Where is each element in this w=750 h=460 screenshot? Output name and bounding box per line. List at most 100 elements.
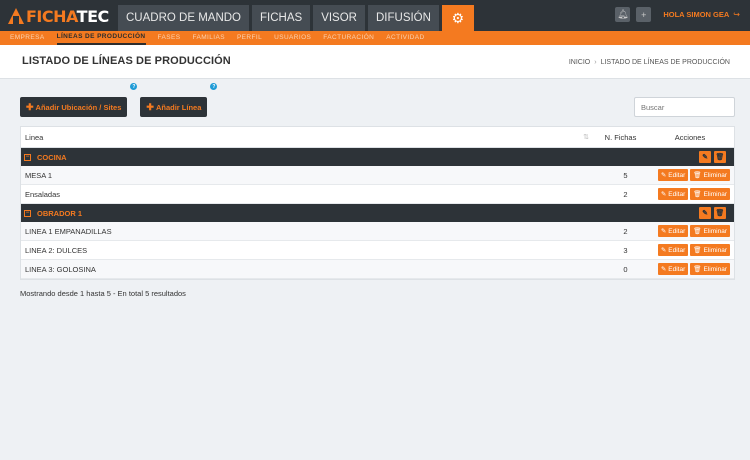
- trash-icon: 🗑︎: [693, 172, 702, 179]
- row-fichas: 2: [623, 226, 628, 236]
- pencil-icon: ✎: [660, 247, 667, 254]
- edit-button[interactable]: ✎ Editar: [657, 244, 689, 256]
- help-icon[interactable]: ?: [130, 83, 138, 90]
- plus-circle-icon: ✚: [26, 101, 34, 112]
- breadcrumb: INICIO › LISTADO DE LÍNEAS DE PRODUCCIÓN: [569, 59, 730, 66]
- delete-button[interactable]: 🗑︎ Eliminar: [690, 169, 730, 181]
- sub-nav: EMPRESA LÍNEAS DE PRODUCCIÓN FASES FAMIL…: [0, 31, 750, 45]
- delete-group-button[interactable]: 🗑︎: [714, 151, 726, 163]
- bell-icon[interactable]: 🔔︎: [615, 7, 631, 22]
- breadcrumb-home[interactable]: INICIO: [569, 59, 590, 66]
- subnav-item-perfil[interactable]: PERFIL: [237, 31, 262, 45]
- row-fichas: 2: [623, 189, 628, 199]
- table-row: Ensaladas 2 ✎ Editar 🗑︎ Eliminar: [21, 185, 734, 204]
- header-acciones: Acciones: [674, 132, 706, 142]
- results-summary: Mostrando desde 1 hasta 5 - En total 5 r…: [20, 289, 186, 298]
- settings-tab[interactable]: ⚙: [441, 5, 474, 31]
- row-linea: MESA 1: [25, 170, 53, 180]
- delete-button[interactable]: 🗑︎ Eliminar: [690, 263, 730, 275]
- trash-icon: 🗑︎: [715, 210, 725, 217]
- row-fichas: 0: [623, 264, 628, 274]
- user-greeting[interactable]: HOLA SIMON GEA: [663, 10, 729, 19]
- sort-icon[interactable]: ⇅: [583, 133, 589, 141]
- logo-text-part1: FICHA: [26, 6, 77, 26]
- delete-button[interactable]: 🗑︎ Eliminar: [690, 188, 730, 200]
- top-right-tools: 🔔︎ + HOLA SIMON GEA ↪: [615, 7, 740, 22]
- header-linea[interactable]: Linea ⇅: [21, 133, 595, 142]
- table-row: LINEA 1 EMPANADILLAS 2 ✎ Editar 🗑︎ Elimina…: [21, 222, 734, 241]
- nav-tab-visor[interactable]: VISOR: [313, 5, 365, 31]
- row-fichas: 5: [623, 170, 628, 180]
- edit-button[interactable]: ✎ Editar: [657, 263, 689, 275]
- group-row-obrador-1[interactable]: − OBRADOR 1 ✎ 🗑︎: [21, 204, 734, 222]
- edit-group-button[interactable]: ✎: [699, 207, 711, 219]
- search-input[interactable]: [634, 97, 735, 117]
- table-header: Linea ⇅ N. Fichas Acciones: [21, 127, 734, 148]
- logo[interactable]: FICHATEC: [8, 6, 109, 26]
- nav-tab-cuadro-de-mando[interactable]: CUADRO DE MANDO: [118, 5, 250, 31]
- edit-button[interactable]: ✎ Editar: [657, 225, 689, 237]
- subnav-item-actividad[interactable]: ACTIVIDAD: [386, 31, 424, 45]
- pencil-icon: ✎: [660, 191, 667, 198]
- header-linea-label: Linea: [25, 132, 44, 142]
- subnav-item-familias[interactable]: FAMILIAS: [192, 31, 224, 45]
- page-header: LISTADO DE LÍNEAS DE PRODUCCIÓN INICIO › L…: [0, 45, 750, 79]
- edit-button[interactable]: ✎ Editar: [657, 188, 689, 200]
- subnav-item-facturacion[interactable]: FACTURACIÓN: [323, 31, 374, 45]
- action-buttons: ✚ Añadir Ubicación / Sites ? ✚ Añadir Lí…: [20, 83, 220, 117]
- trash-icon: 🗑︎: [715, 154, 725, 161]
- edit-button[interactable]: ✎ Editar: [657, 169, 689, 181]
- top-bar: FICHATEC CUADRO DE MANDO FICHAS VISOR DI…: [0, 0, 750, 31]
- logo-text-part2: TEC: [76, 6, 110, 26]
- pencil-icon: ✎: [660, 228, 667, 235]
- delete-button[interactable]: 🗑︎ Eliminar: [690, 225, 730, 237]
- delete-group-button[interactable]: 🗑︎: [714, 207, 726, 219]
- nav-tab-difusion[interactable]: DIFUSIÓN: [367, 5, 439, 31]
- collapse-icon[interactable]: −: [24, 153, 31, 161]
- edit-group-button[interactable]: ✎: [699, 151, 711, 163]
- pencil-icon: ✎: [660, 266, 667, 273]
- logo-icon: [8, 8, 24, 24]
- breadcrumb-separator: ›: [594, 59, 597, 66]
- breadcrumb-current: LISTADO DE LÍNEAS DE PRODUCCIÓN: [600, 59, 730, 66]
- trash-icon: 🗑︎: [693, 191, 702, 198]
- main-nav: CUADRO DE MANDO FICHAS VISOR DIFUSIÓN ⚙: [118, 5, 477, 31]
- group-title: OBRADOR 1: [37, 208, 83, 218]
- pencil-icon: ✎: [702, 154, 708, 161]
- plus-icon[interactable]: +: [636, 7, 652, 22]
- table-row: MESA 1 5 ✎ Editar 🗑︎ Eliminar: [21, 166, 734, 185]
- table-row: LINEA 2: DULCES 3 ✎ Editar 🗑︎ Eliminar: [21, 241, 734, 260]
- add-location-label: Añadir Ubicación / Sites: [35, 102, 122, 112]
- pencil-icon: ✎: [702, 210, 708, 217]
- lines-table: Linea ⇅ N. Fichas Acciones − COCINA ✎ 🗑︎…: [20, 126, 735, 280]
- table-row: LINEA 3: GOLOSINA 0 ✎ Editar 🗑︎ Eliminar: [21, 260, 734, 279]
- page-title: LISTADO DE LÍNEAS DE PRODUCCIÓN: [22, 55, 231, 67]
- logout-icon[interactable]: ↪: [733, 10, 740, 19]
- group-rows-obrador-1: LINEA 1 EMPANADILLAS 2 ✎ Editar 🗑︎ Elimina…: [21, 222, 734, 279]
- row-linea: LINEA 1 EMPANADILLAS: [25, 226, 112, 236]
- row-linea: LINEA 2: DULCES: [25, 245, 88, 255]
- subnav-item-empresa[interactable]: EMPRESA: [10, 31, 45, 45]
- row-linea: LINEA 3: GOLOSINA: [25, 264, 96, 274]
- row-linea: Ensaladas: [25, 189, 61, 199]
- gear-icon: ⚙: [451, 10, 465, 26]
- group-rows-cocina: MESA 1 5 ✎ Editar 🗑︎ Eliminar Ensaladas 2 …: [21, 166, 734, 204]
- trash-icon: 🗑︎: [693, 266, 702, 273]
- add-line-label: Añadir Línea: [155, 102, 202, 112]
- trash-icon: 🗑︎: [693, 228, 702, 235]
- subnav-item-lineas-de-produccion[interactable]: LÍNEAS DE PRODUCCIÓN: [56, 31, 146, 45]
- group-row-cocina[interactable]: − COCINA ✎ 🗑︎: [21, 148, 734, 166]
- header-fichas[interactable]: N. Fichas: [595, 133, 646, 142]
- help-icon[interactable]: ?: [210, 83, 218, 90]
- add-location-button[interactable]: ✚ Añadir Ubicación / Sites: [20, 97, 128, 117]
- subnav-item-usuarios[interactable]: USUARIOS: [274, 31, 311, 45]
- add-line-button[interactable]: ✚ Añadir Línea: [140, 97, 208, 117]
- plus-circle-icon: ✚: [146, 101, 154, 112]
- subnav-item-fases[interactable]: FASES: [158, 31, 181, 45]
- delete-button[interactable]: 🗑︎ Eliminar: [690, 244, 730, 256]
- collapse-icon[interactable]: −: [24, 209, 31, 217]
- group-title: COCINA: [37, 152, 67, 162]
- nav-tab-fichas[interactable]: FICHAS: [252, 5, 311, 31]
- pencil-icon: ✎: [660, 172, 667, 179]
- trash-icon: 🗑︎: [693, 247, 702, 254]
